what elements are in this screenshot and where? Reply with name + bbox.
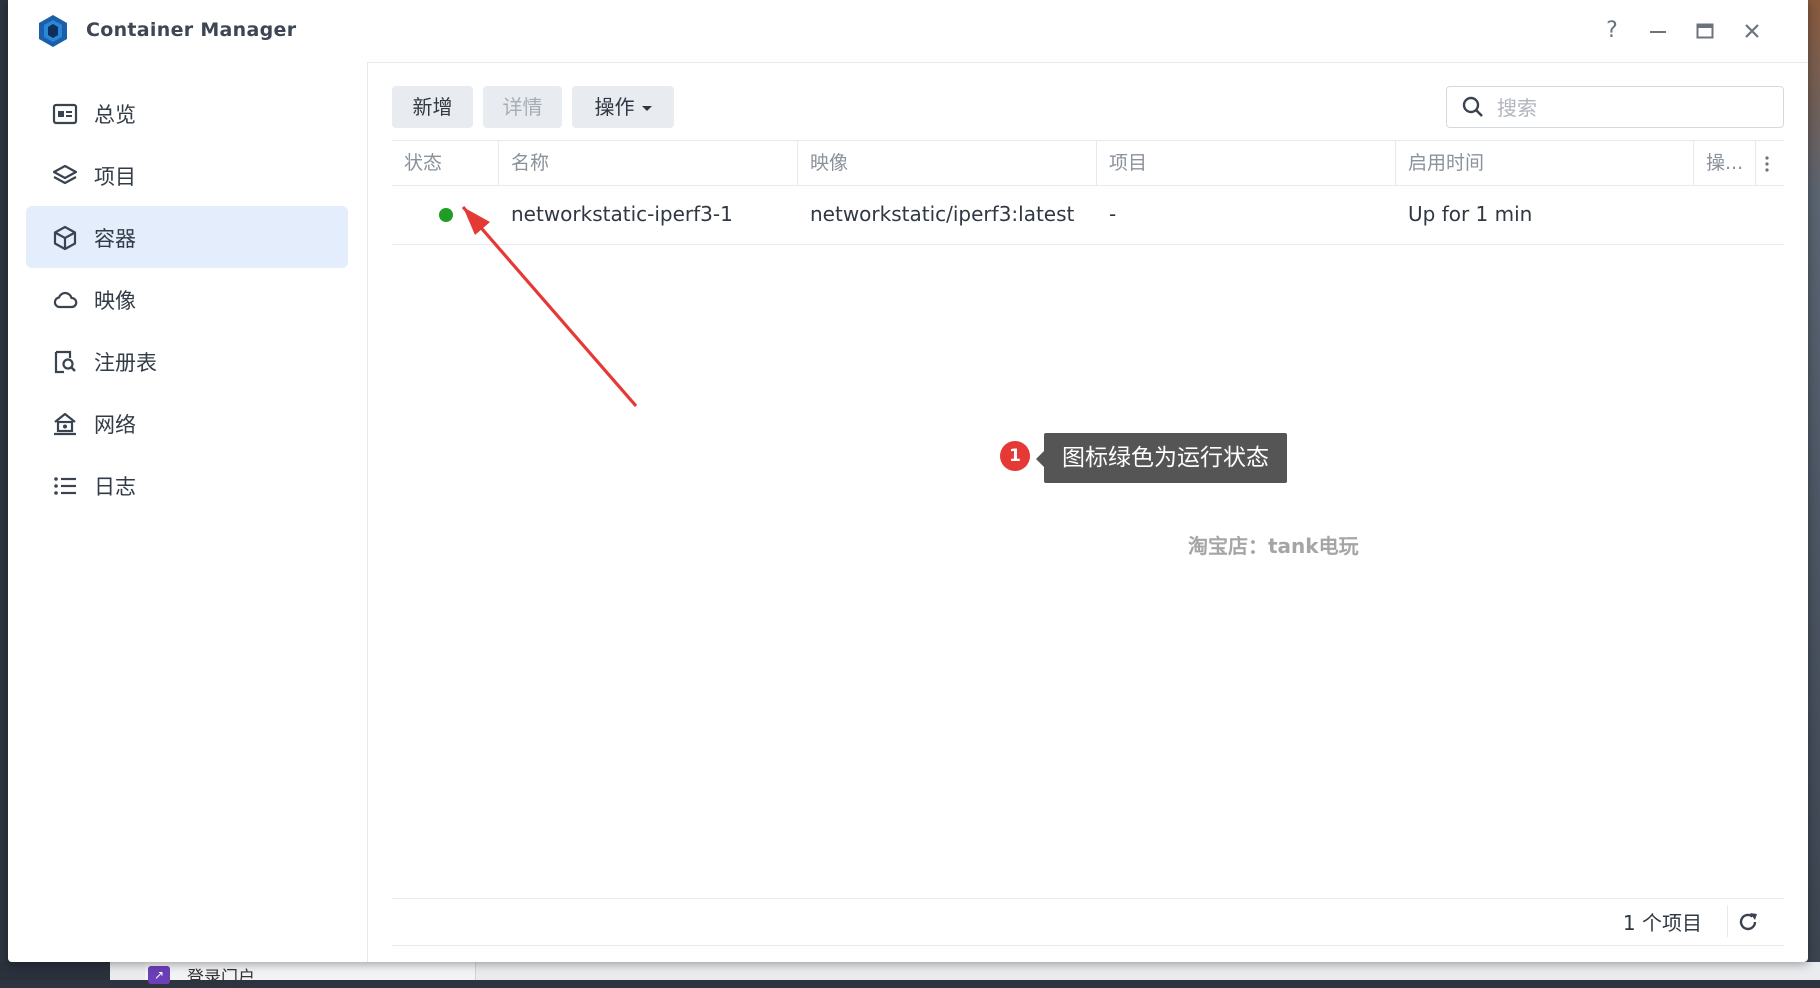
registry-search-icon: [54, 350, 76, 374]
column-image[interactable]: 映像: [798, 141, 1097, 185]
taskbar-dark-segment: [0, 962, 110, 980]
close-button[interactable]: [1735, 14, 1769, 48]
details-button[interactable]: 详情: [483, 86, 562, 128]
main-panel: 新增 详情 操作 状态 名称 映像 项目 启用时间 操... networkst…: [368, 62, 1808, 962]
column-status[interactable]: 状态: [392, 141, 499, 185]
table-header: 状态 名称 映像 项目 启用时间 操...: [392, 140, 1784, 186]
column-name[interactable]: 名称: [499, 141, 798, 185]
minimize-button[interactable]: [1641, 14, 1675, 48]
item-count: 1 个项目: [1622, 911, 1702, 935]
refresh-button[interactable]: [1727, 905, 1768, 937]
table-footer: 1 个项目: [392, 898, 1784, 946]
search-box[interactable]: [1446, 86, 1784, 128]
sidebar-item-label: 注册表: [94, 351, 157, 375]
external-link-icon: ↗: [148, 966, 170, 984]
sidebar-item-overview[interactable]: 总览: [26, 82, 348, 144]
watermark-text: 淘宝店：tank电玩: [1188, 534, 1359, 558]
container-manager-logo-icon: [39, 15, 67, 47]
column-project[interactable]: 项目: [1097, 141, 1396, 185]
table-row[interactable]: networkstatic-iperf3-1 networkstatic/ipe…: [392, 185, 1784, 245]
status-running-icon: [439, 208, 453, 222]
sidebar-item-label: 容器: [94, 227, 136, 251]
cube-icon: [53, 225, 77, 251]
refresh-icon: [1739, 913, 1757, 931]
sidebar-item-label: 日志: [94, 475, 136, 499]
maximize-icon: [1696, 23, 1714, 39]
cell-name: networkstatic-iperf3-1: [511, 202, 733, 226]
list-icon: [54, 477, 76, 495]
annotation-tip: [1036, 451, 1044, 467]
title-bar[interactable]: Container Manager ?: [8, 0, 1808, 63]
sidebar-item-label: 总览: [94, 103, 136, 127]
column-actions[interactable]: 操...: [1694, 141, 1756, 185]
sidebar-item-images[interactable]: 映像: [26, 268, 348, 330]
search-icon: [1462, 96, 1483, 117]
overview-icon: [52, 103, 78, 125]
sidebar-item-containers[interactable]: 容器: [26, 206, 348, 268]
sidebar-item-label: 映像: [94, 289, 136, 313]
caret-down-icon: [641, 106, 652, 111]
app-window: Container Manager ? 总览 项目 容器 映像 注册表 网络 日…: [8, 0, 1808, 962]
action-label: 操作: [594, 95, 635, 119]
cell-uptime: Up for 1 min: [1408, 202, 1533, 226]
column-menu-button[interactable]: [1756, 141, 1784, 185]
create-button[interactable]: 新增: [392, 86, 473, 128]
taskbar-item-label: 登录门户: [187, 968, 255, 988]
sidebar-item-label: 项目: [94, 165, 136, 189]
network-icon: [54, 412, 76, 436]
annotation-number-badge: 1: [1000, 441, 1030, 471]
sidebar-item-registry[interactable]: 注册表: [26, 330, 348, 392]
sidebar-item-network[interactable]: 网络: [26, 392, 348, 454]
help-button[interactable]: ?: [1595, 14, 1629, 48]
maximize-button[interactable]: [1688, 14, 1722, 48]
action-dropdown[interactable]: 操作: [572, 86, 674, 128]
column-uptime[interactable]: 启用时间: [1396, 141, 1694, 185]
cell-image: networkstatic/iperf3:latest: [810, 202, 1075, 226]
annotation-label: 图标绿色为运行状态: [1044, 433, 1287, 483]
desktop-background: [1806, 0, 1820, 980]
search-input[interactable]: [1495, 93, 1769, 123]
close-icon: [1745, 24, 1759, 38]
cloud-icon: [53, 291, 78, 309]
more-vertical-icon: [1765, 155, 1769, 172]
sidebar-item-label: 网络: [94, 413, 136, 437]
sidebar-item-logs[interactable]: 日志: [26, 454, 348, 516]
cell-project: -: [1109, 202, 1117, 226]
sidebar: 总览 项目 容器 映像 注册表 网络 日志: [8, 62, 368, 962]
minimize-icon: [1650, 31, 1666, 33]
window-title: Container Manager: [86, 19, 297, 41]
layers-icon: [52, 164, 78, 185]
sidebar-item-projects[interactable]: 项目: [26, 144, 348, 206]
taskbar-item[interactable]: ↗ 登录门户: [145, 962, 476, 988]
